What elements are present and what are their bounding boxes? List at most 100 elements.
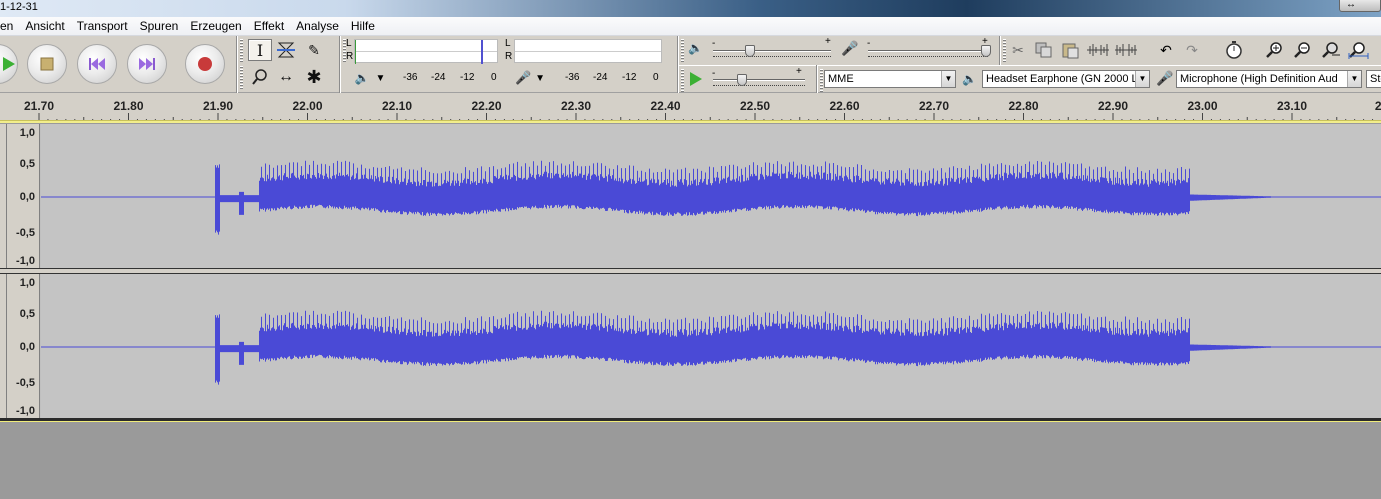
ruler-label: 22.90 [1097, 99, 1129, 113]
zoom-out-button[interactable] [1291, 39, 1313, 61]
zoom-tool[interactable] [248, 66, 272, 88]
output-device-value: Headset Earphone (GN 2000 L [986, 73, 1138, 85]
input-channels-value: Ste [1370, 73, 1381, 85]
stop-button[interactable] [27, 44, 67, 84]
ruler-label: 22.10 [381, 99, 413, 113]
playback-meter-menu[interactable]: 🔈 ▼ [349, 67, 391, 89]
chevron-down-icon: ▼ [1135, 71, 1149, 87]
dropdown-arrow-icon: ▼ [375, 72, 386, 84]
menu-generate[interactable]: Erzeugen [184, 17, 247, 36]
track-control-panel[interactable] [0, 124, 7, 268]
window-title: 1-12-31 [0, 1, 38, 13]
record-button[interactable] [185, 44, 225, 84]
rec-scale-24: -24 [593, 72, 608, 83]
skip-end-icon [139, 58, 155, 70]
audio-host-select[interactable]: MME ▼ [824, 70, 956, 88]
menu-bar: en Ansicht Transport Spuren Erzeugen Eff… [0, 17, 1381, 36]
chevron-down-icon: ▼ [941, 71, 955, 87]
menu-help[interactable]: Hilfe [345, 17, 381, 36]
waveform-samples [215, 160, 1381, 235]
output-device-select[interactable]: Headset Earphone (GN 2000 L ▼ [982, 70, 1150, 88]
playback-speed-slider[interactable] [737, 74, 747, 86]
output-volume-ticks [713, 56, 831, 59]
zoom-in-button[interactable] [1263, 39, 1285, 61]
waveform-area[interactable] [41, 124, 1381, 268]
input-channels-select[interactable]: Ste [1366, 70, 1381, 88]
speed-ticks [713, 85, 805, 88]
vertical-ruler[interactable]: 1,0 0,5 0,0 -0,5 -1,0 [7, 274, 40, 418]
transport-toolbar [0, 36, 236, 93]
fit-selection-button[interactable] [1319, 39, 1341, 61]
window-controls[interactable]: ↔ [1339, 0, 1381, 12]
input-device-value: Microphone (High Definition Aud [1180, 73, 1338, 85]
zoom-in-icon [1266, 42, 1282, 58]
toolbar-grip[interactable] [240, 66, 243, 90]
input-device-select[interactable]: Microphone (High Definition Aud ▼ [1176, 70, 1362, 88]
envelope-tool[interactable] [274, 39, 298, 61]
ruler-label: 22.80 [1008, 99, 1039, 113]
menu-analyze[interactable]: Analyse [290, 17, 345, 36]
speaker-icon: 🔈 [354, 71, 370, 85]
timeline-ruler[interactable]: 21.70 21.80 21.90 22.00 22.10 22.20 22.30 22.40… [0, 93, 1381, 123]
input-volume-slider[interactable] [981, 45, 991, 57]
vertical-ruler[interactable]: 1,0 0,5 0,0 -0,5 -1,0 [7, 124, 40, 268]
play-at-speed-button[interactable] [685, 68, 707, 90]
toolbar-grip[interactable] [681, 39, 684, 63]
toolbar-grip[interactable] [240, 39, 243, 63]
scissors-icon: ✂ [1012, 41, 1024, 58]
mixer-toolbar: 🔈 - + 🎤 - + [678, 36, 998, 66]
meter-rec-l-label: L [505, 38, 511, 49]
undo-button[interactable]: ↶ [1155, 39, 1177, 61]
waveform [41, 160, 1381, 235]
selection-tool[interactable]: I [248, 39, 272, 61]
skip-start-button[interactable] [77, 44, 117, 84]
menu-file[interactable]: en [0, 17, 19, 36]
restore-icon[interactable]: ↔ [1346, 0, 1356, 10]
toolbar-grip[interactable] [681, 69, 684, 93]
redo-button[interactable]: ↷ [1181, 39, 1203, 61]
toolbar-grip[interactable] [1003, 39, 1006, 63]
cut-button[interactable]: ✂ [1007, 39, 1029, 61]
sync-lock-button[interactable] [1223, 39, 1245, 61]
playback-meter[interactable] [354, 39, 498, 64]
paste-button[interactable] [1059, 39, 1081, 61]
toolbar: I ✎ ↔ ✱ L R L R 🔈 ▼ -36 -24 -12 0 🎤 ▼ -3… [0, 36, 1381, 93]
waveform-area[interactable] [41, 274, 1381, 418]
meter-toolbar: L R L R 🔈 ▼ -36 -24 -12 0 🎤 ▼ -36 -24 -1… [340, 36, 666, 93]
scale-label: 0,0 [19, 191, 35, 203]
skip-end-button[interactable] [127, 44, 167, 84]
draw-tool[interactable]: ✎ [302, 39, 326, 61]
fit-project-button[interactable] [1347, 39, 1369, 61]
play-button[interactable] [0, 44, 18, 84]
copy-button[interactable] [1033, 39, 1055, 61]
ruler-label: 22.30 [560, 99, 592, 113]
zoom-fit-project-icon [1348, 42, 1369, 59]
record-meter-menu[interactable]: 🎤 ▼ [509, 67, 551, 89]
rec-scale-0: 0 [653, 72, 659, 83]
scale-label: 0,0 [19, 341, 35, 353]
title-bar: 1-12-31 ↔ [0, 0, 1381, 17]
empty-track-area[interactable] [0, 422, 1381, 499]
play-scale-0: 0 [491, 72, 497, 83]
output-volume-slider[interactable] [745, 45, 755, 57]
menu-transport[interactable]: Transport [71, 17, 134, 36]
audio-host-value: MME [828, 73, 854, 85]
track-control-panel[interactable] [0, 274, 7, 418]
multi-tool[interactable]: ✱ [302, 66, 326, 88]
toolbar-grip[interactable] [820, 69, 823, 93]
audio-track-left-channel[interactable]: 1,0 0,5 0,0 -0,5 -1,0 [0, 124, 1381, 268]
scale-label: 0,5 [19, 158, 35, 170]
tools-toolbar: I ✎ ↔ ✱ [237, 36, 339, 93]
ruler-label: 22.40 [650, 99, 681, 113]
ruler-label: 23.10 [1276, 99, 1308, 113]
menu-tracks[interactable]: Spuren [134, 17, 185, 36]
device-toolbar: MME ▼ 🔈 Headset Earphone (GN 2000 L ▼ 🎤 … [817, 65, 1381, 93]
record-meter[interactable] [514, 39, 662, 63]
silence-button[interactable] [1115, 39, 1137, 61]
stop-icon [40, 57, 54, 71]
audio-track-right-channel[interactable]: 1,0 0,5 0,0 -0,5 -1,0 [0, 274, 1381, 418]
menu-view[interactable]: Ansicht [19, 17, 70, 36]
menu-effect[interactable]: Effekt [248, 17, 290, 36]
trim-button[interactable] [1087, 39, 1109, 61]
timeshift-tool[interactable]: ↔ [274, 66, 298, 88]
